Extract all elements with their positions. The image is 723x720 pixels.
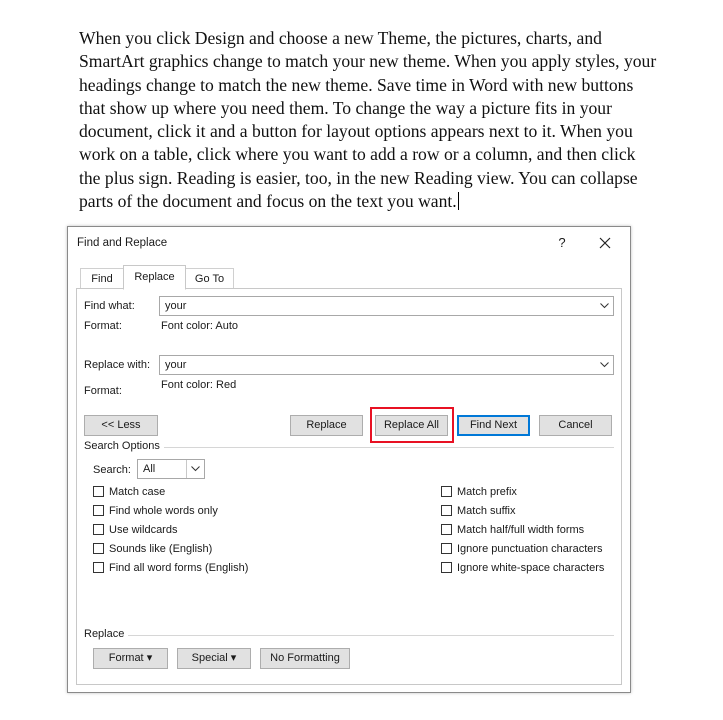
replace-format-value: Font color: Red (161, 379, 237, 391)
help-button[interactable]: ? (552, 233, 572, 253)
replace-group-title: Replace (84, 628, 129, 640)
find-what-dropdown[interactable] (596, 297, 613, 315)
no-formatting-button[interactable]: No Formatting (260, 648, 350, 669)
find-what-input[interactable]: your (159, 296, 614, 316)
checkbox[interactable] (441, 505, 452, 516)
dropdown-arrow-icon: ▾ (230, 652, 237, 664)
document-body[interactable]: When you click Design and choose a new T… (79, 27, 659, 213)
replace-with-dropdown[interactable] (596, 356, 613, 374)
search-direction-select[interactable]: All (137, 459, 205, 479)
replace-group-divider (88, 635, 614, 636)
option-ignore-punctuation[interactable]: Ignore punctuation characters (441, 542, 604, 555)
chevron-down-icon (600, 362, 609, 368)
checkbox[interactable] (93, 543, 104, 554)
special-menu-button[interactable]: Special ▾ (177, 648, 251, 669)
less-button[interactable]: << Less (84, 415, 158, 436)
search-direction-dropdown[interactable] (186, 460, 204, 478)
checkbox[interactable] (93, 505, 104, 516)
close-icon (599, 237, 611, 249)
left-options-list: Match case Find whole words only Use wil… (93, 485, 248, 574)
find-next-button[interactable]: Find Next (457, 415, 530, 436)
option-half-full-width[interactable]: Match half/full width forms (441, 523, 604, 536)
option-word-forms[interactable]: Find all word forms (English) (93, 561, 248, 574)
text-cursor (457, 192, 459, 211)
option-ignore-whitespace[interactable]: Ignore white-space characters (441, 561, 604, 574)
replace-all-button[interactable]: Replace All (375, 415, 448, 436)
cancel-button[interactable]: Cancel (539, 415, 612, 436)
checkbox[interactable] (93, 486, 104, 497)
search-options-title: Search Options (84, 440, 164, 452)
document-paragraph: When you click Design and choose a new T… (79, 28, 657, 212)
option-match-case[interactable]: Match case (93, 485, 248, 498)
search-options-divider (88, 447, 614, 448)
tab-find[interactable]: Find (80, 268, 124, 288)
replace-format-label: Format: (84, 385, 122, 397)
option-wildcards[interactable]: Use wildcards (93, 523, 248, 536)
find-what-value: your (165, 300, 187, 312)
close-button[interactable] (594, 233, 616, 253)
checkbox[interactable] (441, 524, 452, 535)
find-format-label: Format: (84, 320, 122, 332)
right-options-list: Match prefix Match suffix Match half/ful… (441, 485, 604, 574)
replace-with-value: your (165, 359, 187, 371)
checkbox[interactable] (441, 562, 452, 573)
search-direction-value: All (143, 463, 156, 475)
find-replace-dialog: Find and Replace ? Find Replace Go To Fi… (67, 226, 631, 693)
replace-with-input[interactable]: your (159, 355, 614, 375)
option-match-prefix[interactable]: Match prefix (441, 485, 604, 498)
dialog-title: Find and Replace (77, 237, 168, 249)
replace-with-label: Replace with: (84, 359, 151, 371)
replace-button[interactable]: Replace (290, 415, 363, 436)
checkbox[interactable] (441, 486, 452, 497)
chevron-down-icon (600, 303, 609, 309)
option-sounds-like[interactable]: Sounds like (English) (93, 542, 248, 555)
dropdown-arrow-icon: ▾ (146, 652, 153, 664)
chevron-down-icon (191, 466, 200, 472)
search-direction-label: Search: (93, 464, 131, 476)
checkbox[interactable] (441, 543, 452, 554)
checkbox[interactable] (93, 562, 104, 573)
tab-replace[interactable]: Replace (123, 265, 186, 290)
tab-go-to[interactable]: Go To (185, 268, 234, 288)
checkbox[interactable] (93, 524, 104, 535)
find-what-label: Find what: (84, 300, 135, 312)
option-whole-words[interactable]: Find whole words only (93, 504, 248, 517)
format-menu-button[interactable]: Format ▾ (93, 648, 168, 669)
find-format-value: Font color: Auto (161, 320, 239, 332)
option-match-suffix[interactable]: Match suffix (441, 504, 604, 517)
